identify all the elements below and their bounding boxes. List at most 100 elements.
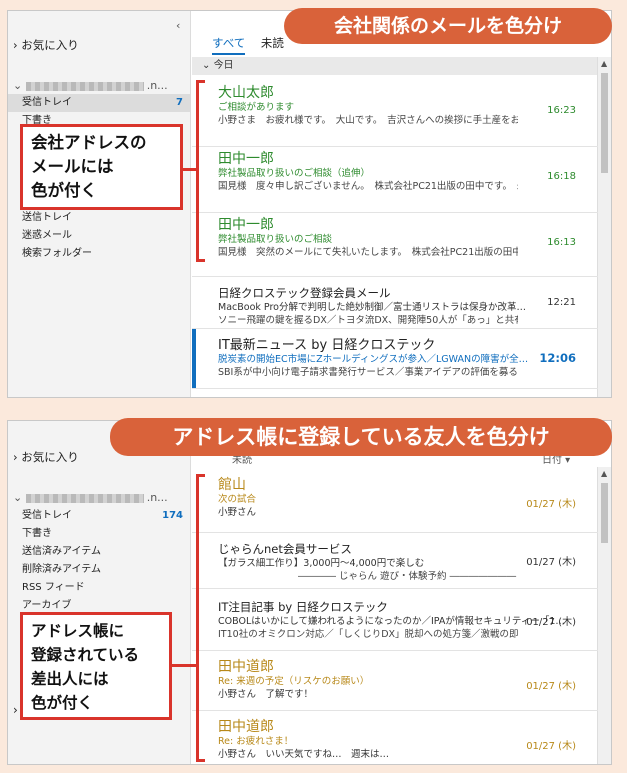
list-item[interactable]: 館山 次の試合 小野さん 01/27 (木) — [192, 471, 598, 533]
mail-time: 01/27 (木) — [526, 499, 576, 510]
mail-preview: 小野さん いい天気ですね… 週末は… — [218, 749, 390, 760]
account-name-blurred — [25, 81, 144, 91]
mail-preview: ソニー飛躍の鍵を握るDX／トヨタ流DX、開発陣50人が「あっ」と共有／定 — [218, 315, 518, 326]
folder-label: 受信トレイ — [22, 510, 72, 521]
folder-label: 削除済みアイテム — [22, 564, 101, 575]
callout-connector — [183, 168, 197, 171]
scroll-up-icon[interactable]: ▲ — [601, 59, 607, 68]
mail-preview: 小野さま お疲れ様です。 大山です。 吉沢さんへの挨拶に手土産をお持ち — [218, 115, 518, 126]
folder-label: アーカイブ — [22, 600, 72, 611]
mail-time: 01/27 (木) — [526, 681, 576, 692]
mail-time: 01/27 (木) — [526, 557, 576, 568]
mail-time: 16:18 — [547, 171, 576, 182]
mail-sender: 日経クロステック登録会員メール — [218, 286, 391, 300]
account-header[interactable]: ⌄ .n... — [13, 79, 168, 92]
mail-preview: 国見様 度々申し訳ございません。 株式会社PC21出版の田中です。 未 — [218, 181, 518, 192]
list-item[interactable]: 田中一郎 弊社製品取り扱いのご相談 国見様 突然のメールにて失礼いたします。 株… — [192, 213, 598, 277]
tab-unread[interactable]: 未読 — [261, 36, 284, 50]
list-item-unread[interactable]: IT最新ニュース by 日経クロステック 脱炭素の開始EC市場にZホールディング… — [192, 329, 598, 389]
sidebar-item-inbox[interactable]: 受信トレイ 174 — [8, 507, 191, 525]
mail-preview: SBI系が中小向け電子請求書発行サービス／事業アイデアの評価を募る、メ — [218, 367, 518, 378]
list-item[interactable]: じゃらんnet会員サービス 【ガラス細工作り】3,000円〜4,000円で楽しむ… — [192, 533, 598, 589]
mail-subject: ご相談があります — [218, 102, 295, 113]
mail-sender: 大山太郎 — [218, 85, 274, 101]
callout-line: メールには — [31, 157, 114, 176]
group-header-label: 今日 — [213, 60, 234, 71]
folder-label: RSS フィード — [22, 582, 85, 593]
highlight-bracket — [196, 474, 205, 762]
folder-label: 迷惑メール — [22, 230, 72, 241]
sidebar-item-deleted[interactable]: 削除済みアイテム — [8, 561, 191, 579]
callout-line: 会社アドレスの — [31, 133, 147, 152]
mail-preview: 小野さん — [218, 507, 257, 518]
list-item[interactable]: 田中一郎 弊社製品取り扱いのご相談（追伸） 国見様 度々申し訳ございません。 株… — [192, 147, 598, 213]
mail-preview: 小野さん 了解です！ — [218, 689, 314, 700]
callout-line: 登録されている — [31, 646, 140, 664]
mail-sender: 田中一郎 — [218, 151, 274, 167]
caption-banner-top: 会社関係のメールを色分け — [284, 8, 612, 44]
account-name-blurred — [25, 493, 144, 503]
account-suffix: .n... — [146, 491, 168, 504]
list-item[interactable]: 田中道郎 Re: お疲れさま！ 小野さん いい天気ですね… 週末は… 01/27… — [192, 711, 598, 764]
sidebar-item-junk[interactable]: 迷惑メール — [8, 227, 191, 245]
list-item[interactable]: 大山太郎 ご相談があります 小野さま お疲れ様です。 大山です。 吉沢さんへの挨… — [192, 81, 598, 147]
list-item[interactable]: IT注目記事 by 日経クロステック COBOLはいかにして嫌われるようになった… — [192, 589, 598, 651]
scrollbar[interactable]: ▲ — [597, 57, 611, 397]
tab-all[interactable]: すべて — [212, 36, 246, 55]
message-list: 未読 日付 ▾ ▲ 館山 次の試合 小野さん 01/27 (木) じゃらんnet… — [192, 421, 611, 764]
folder-label: 下書き — [22, 528, 52, 539]
callout-line: 色が付く — [31, 694, 94, 712]
filter-tabs: すべて 未読 — [212, 35, 296, 55]
mail-time: 16:13 — [547, 237, 576, 248]
mail-sender: 田中一郎 — [218, 217, 274, 233]
unread-count: 174 — [162, 510, 183, 521]
sidebar-item-inbox[interactable]: 受信トレイ 7 — [8, 94, 191, 112]
account-header[interactable]: ⌄ .n... — [13, 491, 168, 504]
folder-label: 受信トレイ — [22, 97, 72, 108]
list-item[interactable]: 日経クロステック登録会員メール MacBook Pro分解で判明した絶妙制御／富… — [192, 277, 598, 329]
mail-subject: 弊社製品取り扱いのご相談 — [218, 234, 333, 245]
folder-label: 送信済みアイテム — [22, 546, 101, 557]
callout-box-bottom: アドレス帳に 登録されている 差出人には 色が付く — [20, 612, 172, 720]
caption-banner-bottom: アドレス帳に登録している友人を色分け — [110, 418, 612, 456]
favorites-label: お気に入り — [21, 450, 79, 464]
mail-time: 12:06 — [539, 351, 576, 365]
collapse-pane-icon[interactable]: ‹ — [176, 19, 180, 32]
callout-line: 色が付く — [31, 181, 97, 200]
expand-chevron-icon[interactable]: › — [13, 703, 18, 717]
sidebar-item-search-folders[interactable]: 検索フォルダー — [8, 245, 191, 263]
callout-line: 差出人には — [31, 670, 109, 688]
mail-time: 01/27 (木) — [526, 741, 576, 752]
mail-sender: 田中道郎 — [218, 659, 274, 675]
group-header-today[interactable]: ⌄ 今日 — [192, 57, 598, 75]
favorites-header[interactable]: › お気に入り — [13, 37, 79, 53]
message-list: すべて 未読 ⌄ 今日 ▲ 大山太郎 ご相談があります 小野さま お疲れ様です。… — [192, 11, 611, 397]
folder-label: 検索フォルダー — [22, 248, 92, 259]
sidebar-item-rss[interactable]: RSS フィード — [8, 579, 191, 597]
callout-box-top: 会社アドレスの メールには 色が付く — [20, 124, 183, 210]
highlight-bracket — [196, 80, 205, 262]
sidebar-item-outbox[interactable]: 送信トレイ — [8, 209, 191, 227]
mail-preview: IT10社のオミクロン対応／「しくじりDX」脱却への処方箋／激戦の即配 — [218, 629, 518, 640]
scroll-thumb[interactable] — [601, 483, 608, 543]
callout-line: アドレス帳に — [31, 622, 125, 640]
favorites-header[interactable]: › お気に入り — [13, 449, 79, 465]
account-suffix: .n... — [146, 79, 168, 92]
sidebar-item-drafts[interactable]: 下書き — [8, 525, 191, 543]
list-item[interactable]: 田中道郎 Re: 来週の予定（リスケのお願い） 小野さん 了解です！ 01/27… — [192, 651, 598, 711]
scrollbar[interactable]: ▲ — [597, 467, 611, 764]
preview-text: じゃらん 遊び・体験予約 — [339, 571, 447, 582]
mail-preview: 国見様 突然のメールにて失礼いたします。 株式会社PC21出版の田中と — [218, 247, 518, 258]
scroll-up-icon[interactable]: ▲ — [601, 469, 607, 478]
mail-preview: ―――― じゃらん 遊び・体験予約 ――――――― 新 — [298, 571, 518, 582]
scroll-thumb[interactable] — [601, 73, 608, 173]
sidebar-item-sent[interactable]: 送信済みアイテム — [8, 543, 191, 561]
mail-sender: 田中道郎 — [218, 719, 274, 735]
mail-sender: 館山 — [218, 477, 246, 493]
mail-subject: 弊社製品取り扱いのご相談（追伸） — [218, 168, 371, 179]
favorites-label: お気に入り — [21, 38, 79, 52]
mail-time: 16:23 — [547, 105, 576, 116]
mail-subject: MacBook Pro分解で判明した絶妙制御／富士通リストラは保身か改革… — [218, 302, 526, 313]
mail-time: 12:21 — [547, 297, 576, 308]
unread-indicator — [192, 329, 196, 388]
